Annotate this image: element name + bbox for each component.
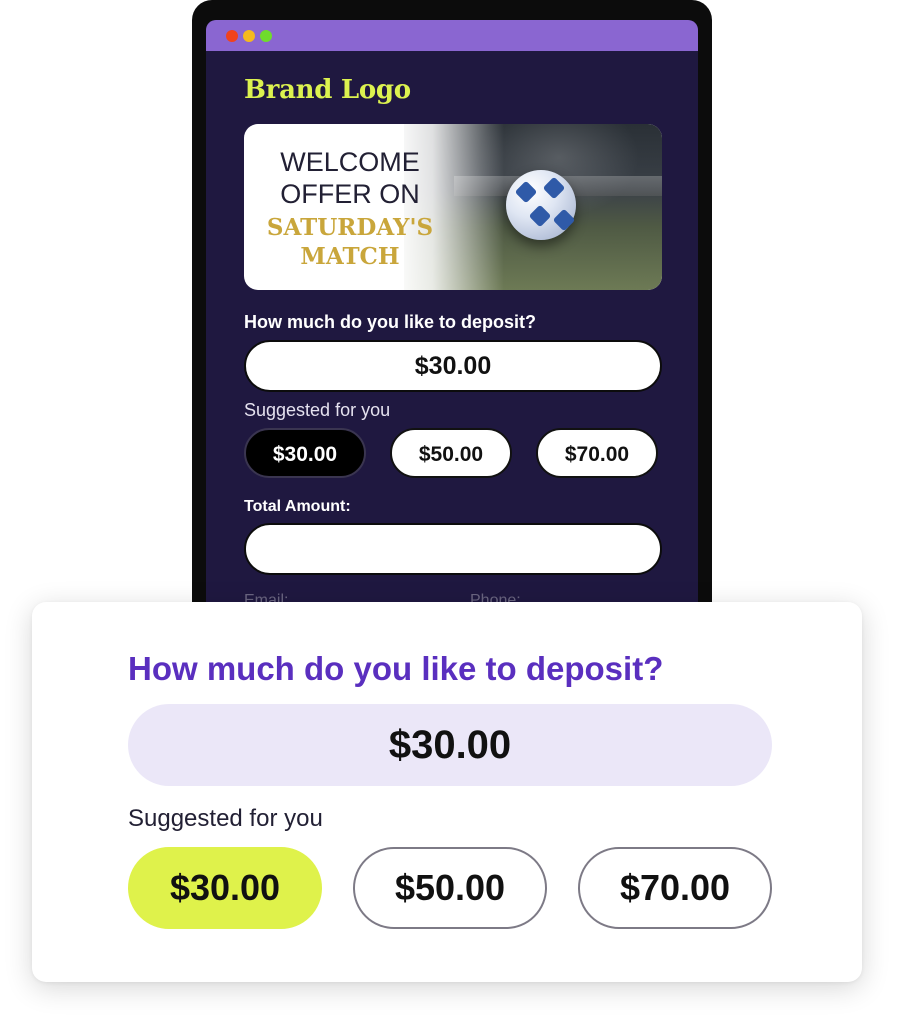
deposit-question-label: How much do you like to deposit?	[244, 312, 537, 332]
ball-panel	[514, 180, 538, 204]
zoom-suggested-label: Suggested for you	[128, 805, 323, 832]
brand-logo[interactable]: Brand Logo	[244, 75, 411, 105]
stage: Brand Logo WELCOME OFFER ON SATURDAY'S M…	[0, 0, 904, 1024]
soccer-ball-icon	[506, 170, 576, 240]
app-screen: Brand Logo WELCOME OFFER ON SATURDAY'S M…	[206, 20, 698, 640]
total-amount-label: Total Amount:	[244, 498, 351, 515]
zoom-deposit-question: How much do you like to deposit?	[128, 650, 664, 687]
banner-line-welcome: WELCOME	[280, 147, 420, 177]
banner-line-match: MATCH	[300, 243, 400, 270]
zoom-suggestion-chip-30[interactable]: $30.00	[128, 847, 322, 929]
total-amount-input[interactable]	[244, 523, 662, 575]
phone-mockup: Brand Logo WELCOME OFFER ON SATURDAY'S M…	[192, 0, 712, 640]
banner-line-saturday: SATURDAY'S	[266, 214, 434, 241]
close-window-dot[interactable]	[226, 30, 238, 42]
suggestion-chip-30[interactable]: $30.00	[244, 428, 366, 478]
zoom-deposit-card: How much do you like to deposit? $30.00 …	[32, 602, 862, 982]
maximize-window-dot[interactable]	[260, 30, 272, 42]
zoom-deposit-amount-input[interactable]: $30.00	[128, 704, 772, 786]
minimize-window-dot[interactable]	[243, 30, 255, 42]
suggested-label: Suggested for you	[244, 400, 391, 420]
zoom-suggestion-chip-50[interactable]: $50.00	[353, 847, 547, 929]
window-titlebar	[206, 20, 698, 51]
suggestion-chip-70[interactable]: $70.00	[536, 428, 658, 478]
ball-panel	[528, 204, 552, 228]
zoom-suggestion-chip-70[interactable]: $70.00	[578, 847, 772, 929]
banner-line-offer: OFFER ON	[280, 179, 420, 209]
promo-banner[interactable]: WELCOME OFFER ON SATURDAY'S MATCH	[244, 124, 662, 290]
deposit-amount-input[interactable]: $30.00	[244, 340, 662, 392]
suggestion-chip-50[interactable]: $50.00	[390, 428, 512, 478]
banner-text: WELCOME OFFER ON SATURDAY'S MATCH	[244, 146, 456, 271]
ball-panel	[542, 176, 566, 200]
